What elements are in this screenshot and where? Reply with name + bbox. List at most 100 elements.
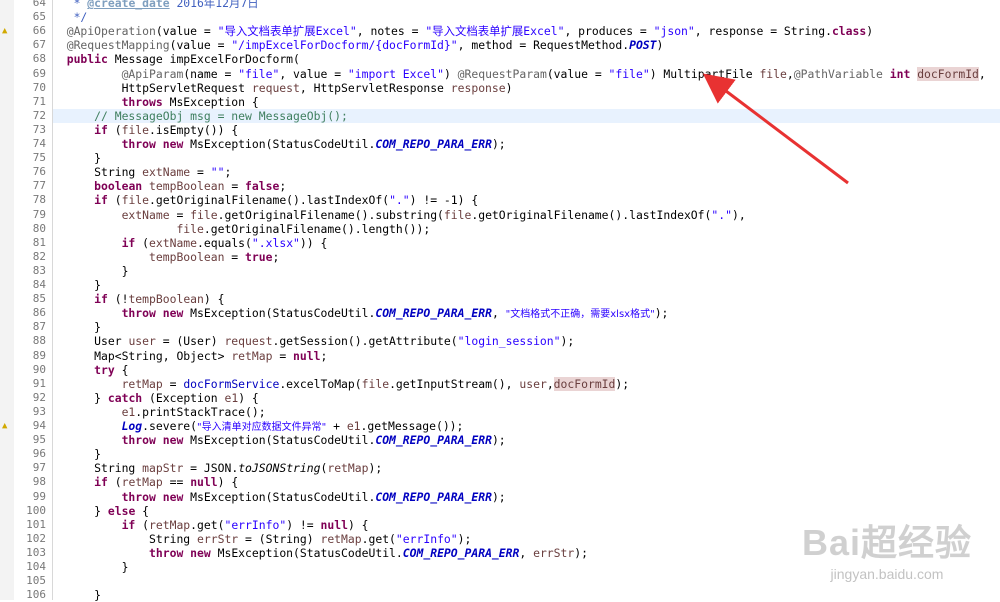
code-token: @RequestParam xyxy=(457,66,547,81)
code-token: mapStr xyxy=(142,461,184,476)
code-line[interactable]: retMap = docFormService.excelToMap(file.… xyxy=(53,376,630,391)
code-token: ); xyxy=(491,433,506,448)
code-token: Message impExcelForDocform( xyxy=(107,52,300,67)
code-token: COM_REPO_PARA_ERR xyxy=(375,433,492,448)
line-number: 73 xyxy=(32,122,46,136)
code-line[interactable]: file.getOriginalFilename().length()); xyxy=(53,222,430,236)
code-token: , response = String. xyxy=(694,24,832,39)
code-line[interactable]: if (file.getOriginalFilename().lastIndex… xyxy=(53,193,478,207)
line-number: 76 xyxy=(32,165,46,179)
code-line[interactable]: throw new MsException(StatusCodeUtil.COM… xyxy=(53,546,588,560)
code-token: response xyxy=(450,80,506,95)
code-token: MsException(StatusCodeUtil. xyxy=(183,433,376,448)
code-token: ( xyxy=(107,475,122,490)
code-token: .equals( xyxy=(197,235,252,250)
baidu-jingyan-watermark: Bai超经验 jingyan.baidu.com xyxy=(802,514,972,582)
line-number: 87 xyxy=(32,320,46,334)
code-line[interactable]: // MessageObj msg = new MessageObj(); xyxy=(53,109,348,123)
code-line[interactable]: throw new MsException(StatusCodeUtil.COM… xyxy=(53,433,506,447)
code-line[interactable]: */ xyxy=(53,10,88,25)
code-token: file xyxy=(759,66,787,81)
line-number: 65 xyxy=(32,10,46,24)
line-number: 91 xyxy=(32,376,46,390)
code-line[interactable]: } else { xyxy=(53,504,149,518)
code-token: extName xyxy=(121,207,170,222)
code-editor[interactable]: ▲ ▲ 64 65 66 67 68 69 70 71 72 73 74 75 76 77 78 79 80 81 8… xyxy=(0,0,1000,602)
code-line[interactable]: if (extName.equals(".xlsx")) { xyxy=(53,235,328,250)
code-line[interactable]: } xyxy=(53,560,129,574)
code-line[interactable]: @ApiParam(name = "file", value = "import… xyxy=(53,66,986,81)
code-line[interactable]: * @create_date 2016年12月7日 xyxy=(53,0,259,10)
code-line[interactable]: throw new MsException(StatusCodeUtil.COM… xyxy=(53,137,506,151)
code-token: throw xyxy=(121,433,156,448)
code-token: (name = xyxy=(183,66,239,81)
code-line[interactable]: } xyxy=(53,278,101,292)
override-marker-icon[interactable]: ▲ xyxy=(2,24,7,38)
code-line[interactable]: Log.severe("导入清单对应数据文件异常" + e1.getMessag… xyxy=(53,419,464,433)
code-line[interactable]: tempBoolean = true; xyxy=(53,250,279,264)
code-line[interactable]: } xyxy=(53,447,101,461)
code-line[interactable]: e1.printStackTrace(); xyxy=(53,405,266,419)
code-line[interactable]: if (file.isEmpty()) { xyxy=(53,123,238,137)
code-token: if xyxy=(94,292,108,307)
code-token: = xyxy=(162,376,184,391)
code-line[interactable]: throw new MsException(StatusCodeUtil.COM… xyxy=(53,306,669,320)
override-marker-icon[interactable]: ▲ xyxy=(2,419,7,433)
code-token: file xyxy=(443,207,472,222)
code-line[interactable]: throw new MsException(StatusCodeUtil.COM… xyxy=(53,490,506,504)
code-token: null xyxy=(320,517,348,532)
code-line[interactable]: } catch (Exception e1) { xyxy=(53,391,259,405)
code-line[interactable]: } xyxy=(53,264,129,278)
code-token: = xyxy=(224,249,246,264)
code-token: .printStackTrace(); xyxy=(135,404,266,419)
code-line[interactable]: } xyxy=(53,151,101,165)
code-line[interactable]: User user = (User) request.getSession().… xyxy=(53,334,574,348)
code-line[interactable]: String extName = ""; xyxy=(53,165,231,179)
code-line[interactable]: HttpServletRequest request, HttpServletR… xyxy=(53,81,513,95)
code-token: @PathVariable xyxy=(793,66,883,81)
code-line[interactable]: } xyxy=(53,320,101,334)
code-line[interactable]: if (retMap == null) { xyxy=(53,475,238,489)
code-token: extName xyxy=(149,235,198,250)
code-line[interactable]: extName = file.getOriginalFilename().sub… xyxy=(53,208,746,222)
code-line[interactable]: public Message impExcelForDocform( xyxy=(53,52,300,66)
code-line[interactable]: if (retMap.get("errInfo") != null) { xyxy=(53,518,369,532)
line-number: 93 xyxy=(32,404,46,418)
code-token: (! xyxy=(107,292,129,307)
code-line[interactable]: boolean tempBoolean = false; xyxy=(53,179,286,193)
code-token: @ApiParam xyxy=(121,66,184,81)
code-token: ); xyxy=(491,137,506,151)
code-token: e1 xyxy=(224,390,239,405)
code-text-area[interactable]: * @create_date 2016年12月7日 */ @ApiOperati… xyxy=(53,0,1000,602)
code-line[interactable]: String errStr = (String) retMap.get("err… xyxy=(53,532,471,546)
code-line[interactable]: throws MsException { xyxy=(53,95,259,109)
code-token: errStr xyxy=(197,531,239,546)
line-number: 104 xyxy=(26,560,46,573)
code-line[interactable]: @RequestMapping(value = "/impExcelForDoc… xyxy=(53,38,664,53)
code-token: ), xyxy=(731,207,746,222)
code-line[interactable]: @ApiOperation(value = "导入文档表单扩展Excel", n… xyxy=(53,24,873,38)
line-number: 83 xyxy=(32,263,46,277)
code-line[interactable]: String mapStr = JSON.toJSONString(retMap… xyxy=(53,461,382,475)
code-token: COM_REPO_PARA_ERR xyxy=(375,489,492,504)
code-line[interactable]: if (!tempBoolean) { xyxy=(53,292,224,306)
code-line[interactable]: Map<String, Object> retMap = null; xyxy=(53,349,327,363)
code-token: } xyxy=(53,503,108,518)
code-line[interactable]: try { xyxy=(53,363,128,377)
code-token: */ xyxy=(53,10,88,25)
code-token: (value = xyxy=(169,38,232,53)
code-token: ); xyxy=(615,376,630,391)
code-token: + xyxy=(326,419,347,433)
code-token: retMap xyxy=(149,517,191,532)
code-token: } xyxy=(53,320,102,335)
code-token: )) { xyxy=(299,235,328,250)
line-number: 72 xyxy=(32,108,46,122)
